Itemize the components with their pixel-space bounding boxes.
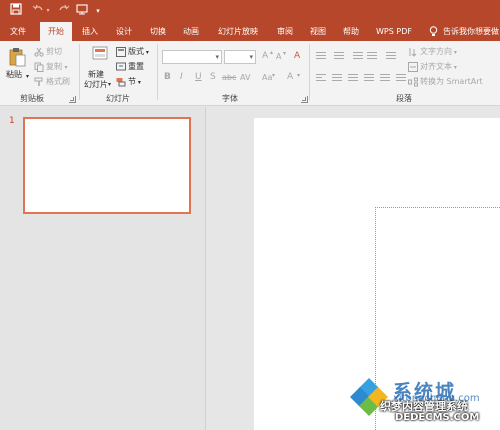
format-painter-label: 格式刷: [46, 77, 70, 86]
tab-home[interactable]: 开始: [40, 22, 72, 41]
font-family-combo[interactable]: ▾: [162, 50, 222, 64]
text-direction-button[interactable]: 文字方向 ▾: [408, 46, 457, 59]
customize-qat-icon[interactable]: ▾: [94, 3, 102, 19]
tab-slideshow[interactable]: 幻灯片放映: [213, 22, 263, 41]
group-divider: [79, 44, 80, 100]
section-label: 节: [128, 77, 136, 86]
redo-icon[interactable]: [56, 3, 72, 19]
copy-label: 复制: [46, 62, 62, 71]
increase-indent-icon[interactable]: [367, 50, 377, 60]
chevron-down-icon: ▾: [297, 72, 301, 79]
copy-button[interactable]: 复制 ▾: [34, 61, 68, 74]
new-slide-icon[interactable]: [92, 45, 108, 67]
section-button[interactable]: 节 ▾: [116, 76, 141, 89]
title-bar: ▾ ▾: [0, 0, 500, 22]
paste-button[interactable]: 粘贴: [6, 69, 22, 80]
convert-smartart-button[interactable]: 转换为 SmartArt: [408, 76, 483, 88]
tell-me-search[interactable]: 告诉我你想要做: [443, 22, 500, 41]
reset-icon: [116, 62, 126, 72]
new-slide-button-line2[interactable]: 幻灯片: [84, 79, 108, 90]
distributed-icon[interactable]: [380, 72, 390, 82]
tab-insert[interactable]: 插入: [76, 22, 104, 41]
align-text-button[interactable]: 对齐文本 ▾: [408, 61, 457, 74]
undo-dropdown-icon[interactable]: ▾: [44, 3, 52, 19]
justify-icon[interactable]: [364, 72, 374, 82]
format-painter-button[interactable]: 格式刷: [34, 76, 70, 88]
slide-thumbnail[interactable]: [23, 117, 191, 214]
shadow-button[interactable]: S: [210, 72, 216, 82]
font-size-combo[interactable]: ▾: [224, 50, 256, 64]
smartart-icon: [408, 77, 418, 87]
grow-font-button[interactable]: A: [262, 51, 268, 61]
align-left-icon[interactable]: [316, 72, 326, 82]
save-icon[interactable]: [8, 3, 24, 19]
font-color-button[interactable]: A: [287, 72, 293, 82]
chevron-down-icon: ▾: [249, 53, 253, 61]
tab-design[interactable]: 设计: [110, 22, 138, 41]
lightbulb-icon[interactable]: [428, 22, 438, 41]
paste-icon[interactable]: [8, 47, 26, 67]
font-launcher-icon[interactable]: [301, 96, 308, 103]
tab-animations[interactable]: 动画: [177, 22, 205, 41]
numbering-icon[interactable]: [334, 50, 344, 60]
section-icon: [116, 77, 126, 87]
cut-label: 剪切: [46, 47, 62, 56]
align-text-label: 对齐文本: [420, 62, 452, 71]
group-divider: [157, 44, 158, 100]
shrink-font-icon: ▾: [283, 50, 287, 57]
tab-help[interactable]: 帮助: [337, 22, 365, 41]
change-case-button[interactable]: Aa: [262, 73, 272, 82]
layout-icon: [116, 46, 126, 57]
decrease-indent-icon[interactable]: [353, 50, 363, 60]
clipboard-launcher-icon[interactable]: [69, 96, 76, 103]
character-spacing-button[interactable]: AV: [240, 73, 250, 82]
chevron-down-icon: ▾: [215, 53, 219, 61]
text-direction-icon: [408, 47, 418, 57]
italic-button[interactable]: I: [180, 72, 183, 82]
cut-button[interactable]: 剪切: [34, 46, 62, 58]
copy-icon: [34, 62, 44, 72]
underline-button[interactable]: U: [195, 72, 202, 82]
clipboard-group-label: 剪贴板: [20, 94, 44, 103]
line-spacing-icon[interactable]: [386, 50, 396, 60]
bullets-icon[interactable]: [316, 50, 326, 60]
paragraph-group-label: 段落: [396, 94, 412, 103]
layout-label: 版式: [128, 47, 144, 56]
reset-button[interactable]: 重置: [116, 61, 144, 73]
format-painter-icon: [34, 77, 44, 87]
layout-button[interactable]: 版式 ▾: [116, 46, 149, 59]
slide-number: 1: [9, 116, 15, 126]
text-direction-label: 文字方向: [420, 47, 452, 56]
shrink-font-button[interactable]: A: [276, 52, 281, 61]
copy-dropdown-icon[interactable]: ▾: [65, 64, 68, 71]
new-slide-dropdown-icon[interactable]: ▾: [108, 79, 111, 91]
grow-font-icon: ▴: [270, 49, 274, 56]
smartart-label: 转换为 SmartArt: [420, 77, 483, 86]
align-center-icon[interactable]: [332, 72, 342, 82]
tab-file[interactable]: 文件: [4, 22, 32, 41]
bold-button[interactable]: B: [164, 72, 171, 82]
group-divider: [309, 44, 310, 100]
strikethrough-button[interactable]: abc: [222, 73, 236, 82]
font-group-label: 字体: [222, 94, 238, 103]
slideshow-start-icon[interactable]: [74, 3, 90, 19]
watermark-url: DEDECMS.COM: [395, 412, 480, 423]
slides-group-label: 幻灯片: [106, 94, 130, 103]
ribbon-tab-bar: 文件 开始 插入 设计 切换 动画 幻灯片放映 审阅 视图 帮助 WPS PDF…: [0, 22, 500, 41]
align-right-icon[interactable]: [348, 72, 358, 82]
align-text-icon: [408, 61, 418, 72]
tab-transitions[interactable]: 切换: [144, 22, 172, 41]
paste-dropdown-icon[interactable]: ▾: [26, 71, 29, 83]
tab-wps-pdf[interactable]: WPS PDF: [372, 22, 416, 41]
scissors-icon: [34, 47, 44, 57]
columns-icon[interactable]: [396, 72, 406, 82]
chevron-down-icon: ▾: [272, 72, 276, 79]
clear-formatting-button[interactable]: A: [294, 51, 300, 61]
reset-label: 重置: [128, 62, 144, 71]
tab-review[interactable]: 审阅: [271, 22, 299, 41]
tab-view[interactable]: 视图: [304, 22, 332, 41]
